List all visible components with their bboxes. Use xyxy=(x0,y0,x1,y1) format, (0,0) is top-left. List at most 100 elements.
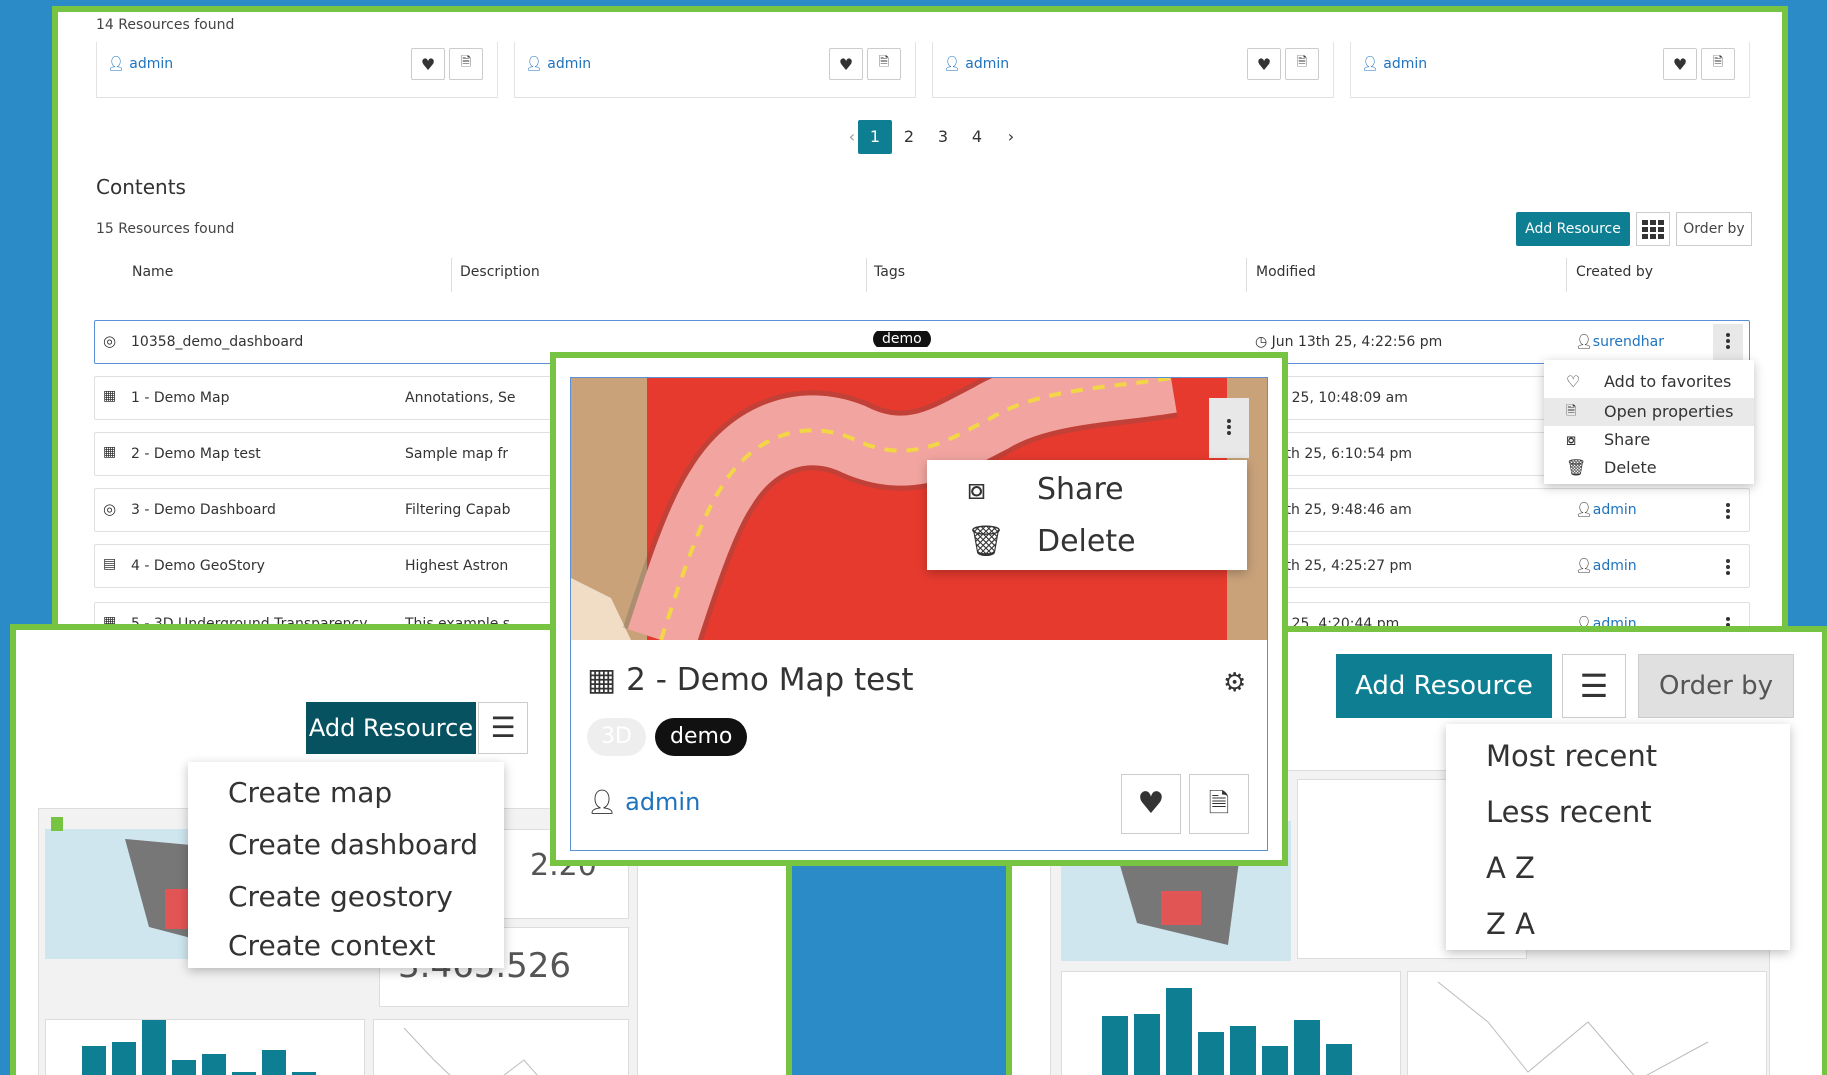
row-name[interactable]: 4 - Demo GeoStory xyxy=(131,558,265,574)
file-info-icon: 🗎︎ xyxy=(1208,789,1230,819)
list-icon: ☰ xyxy=(490,711,516,744)
menu-item-most-recent[interactable]: Most recent xyxy=(1446,730,1790,782)
user-icon: 👤︎ xyxy=(1575,334,1593,350)
menu-item-create-dashboard[interactable]: Create dashboard xyxy=(188,820,504,870)
add-resource-button[interactable]: Add Resource xyxy=(306,702,476,754)
list-view-button[interactable]: ☰ xyxy=(1562,654,1626,718)
list-icon: ☰ xyxy=(1579,667,1609,705)
user-icon: 👤︎ xyxy=(525,56,543,72)
map-highlight xyxy=(1161,891,1201,925)
page-button-1[interactable]: 1 xyxy=(858,120,892,154)
favorite-button[interactable]: ♥ xyxy=(1663,48,1697,80)
share-icon: ⧇ xyxy=(967,472,987,507)
favorite-button[interactable]: ♥ xyxy=(411,48,445,80)
row-context-menu: ♡ Add to favorites 🗎︎ Open properties ⧇ … xyxy=(1544,360,1754,484)
properties-button[interactable]: 🗎︎ xyxy=(1701,48,1735,80)
properties-button[interactable]: 🗎︎ xyxy=(1285,48,1319,80)
favorite-button[interactable]: ♥ xyxy=(829,48,863,80)
next-page-button[interactable]: › xyxy=(994,120,1028,154)
menu-item-share[interactable]: ⧇ Share xyxy=(1544,426,1754,454)
row-name[interactable]: 2 - Demo Map test xyxy=(131,446,261,462)
resource-card[interactable]: 👤︎ admin ♥ 🗎︎ xyxy=(932,42,1334,98)
column-header-tags[interactable]: Tags xyxy=(874,264,905,280)
more-vertical-icon[interactable] xyxy=(1725,503,1731,521)
menu-item-create-context[interactable]: Create context xyxy=(188,924,504,968)
tag-demo[interactable]: demo xyxy=(655,718,748,756)
row-name[interactable]: 3 - Demo Dashboard xyxy=(131,502,276,518)
properties-button[interactable]: 🗎︎ xyxy=(1189,774,1249,834)
column-divider xyxy=(451,258,452,292)
order-by-button[interactable]: Order by xyxy=(1676,212,1752,246)
row-name[interactable]: 10358_demo_dashboard xyxy=(131,334,303,350)
card-user[interactable]: 👤︎ admin xyxy=(1361,56,1427,72)
resource-card[interactable]: 👤︎ admin ♥ 🗎︎ xyxy=(514,42,916,98)
page-button-3[interactable]: 3 xyxy=(926,120,960,154)
favorite-button[interactable]: ♥ xyxy=(1121,774,1181,834)
page-button-4[interactable]: 4 xyxy=(960,120,994,154)
menu-item-delete[interactable]: 🗑︎ Delete xyxy=(927,518,1247,566)
menu-item-create-geostory[interactable]: Create geostory xyxy=(188,872,504,922)
column-header-modified[interactable]: Modified xyxy=(1256,264,1316,280)
trash-icon: 🗑︎ xyxy=(967,524,1006,559)
resource-card[interactable]: 👤︎ admin ♥ 🗎︎ xyxy=(1350,42,1750,98)
bar-chart-preview xyxy=(1061,971,1401,1075)
column-divider xyxy=(866,258,867,292)
bar-series xyxy=(82,1020,316,1075)
order-by-button[interactable]: Order by xyxy=(1638,654,1794,718)
tag-badge[interactable]: demo xyxy=(873,331,931,347)
column-divider xyxy=(1566,258,1567,292)
favorite-button[interactable]: ♥ xyxy=(1247,48,1281,80)
user-icon: 👤︎ xyxy=(943,56,961,72)
menu-item-open-properties[interactable]: 🗎︎ Open properties xyxy=(1544,398,1754,426)
contents-title: Contents xyxy=(96,175,186,199)
menu-item-z-a[interactable]: Z A xyxy=(1446,898,1790,950)
menu-item-a-z[interactable]: A Z xyxy=(1446,842,1790,894)
card-user[interactable]: 👤︎ admin xyxy=(525,56,591,72)
dashboard-icon: ◎ xyxy=(103,332,117,350)
user-icon: 👤︎ xyxy=(1361,56,1379,72)
order-menu: Most recent Less recent A Z Z A xyxy=(1446,724,1790,950)
file-info-icon: 🗎︎ xyxy=(1296,55,1308,70)
row-description: Filtering Capab xyxy=(405,502,511,518)
add-resource-button[interactable]: Add Resource xyxy=(1336,654,1552,718)
card-user[interactable]: 👤︎ admin xyxy=(943,56,1009,72)
menu-item-share[interactable]: ⧇ Share xyxy=(927,466,1247,514)
properties-button[interactable]: 🗎︎ xyxy=(449,48,483,80)
file-info-icon: 🗎︎ xyxy=(1566,404,1577,419)
menu-item-create-map[interactable]: Create map xyxy=(188,768,504,818)
card-context-menu: ⧇ Share 🗑︎ Delete xyxy=(927,460,1247,570)
row-name[interactable]: 1 - Demo Map xyxy=(131,390,229,406)
column-header-description[interactable]: Description xyxy=(460,264,540,280)
properties-button[interactable]: 🗎︎ xyxy=(867,48,901,80)
column-header-created-by[interactable]: Created by xyxy=(1576,264,1653,280)
contents-found-label: 15 Resources found xyxy=(96,221,235,237)
card-user[interactable]: 👤︎ admin xyxy=(587,788,700,816)
card-user[interactable]: 👤︎ admin xyxy=(107,56,173,72)
heart-icon: ♥ xyxy=(838,54,854,74)
add-resource-button[interactable]: Add Resource xyxy=(1516,212,1630,246)
menu-item-delete[interactable]: 🗑︎ Delete xyxy=(1544,454,1754,482)
map-card[interactable]: ⧇ Share 🗑︎ Delete ▦ 2 - Demo Map test ⚙ … xyxy=(570,377,1268,851)
card-menu-button[interactable] xyxy=(1209,398,1249,458)
tag-3d[interactable]: 3D xyxy=(587,718,646,756)
list-view-button[interactable]: ☰ xyxy=(478,702,528,754)
geostory-icon: ▤ xyxy=(103,556,117,572)
row-created-by[interactable]: 👤︎admin xyxy=(1575,558,1637,574)
more-vertical-icon[interactable] xyxy=(1725,559,1731,577)
menu-item-add-favorites[interactable]: ♡ Add to favorites xyxy=(1544,368,1754,396)
row-menu-button[interactable] xyxy=(1713,324,1743,360)
gears-icon[interactable]: ⚙ xyxy=(1223,668,1246,698)
row-created-by[interactable]: 👤︎admin xyxy=(1575,502,1637,518)
map-icon: ▦ xyxy=(103,388,117,404)
row-tag: demo xyxy=(873,331,931,347)
grid-view-button[interactable] xyxy=(1636,212,1670,246)
grid-icon xyxy=(1642,219,1664,239)
column-header-name[interactable]: Name xyxy=(132,264,173,280)
card-title-row[interactable]: ▦ 2 - Demo Map test xyxy=(587,662,914,698)
heart-icon: ♥ xyxy=(420,54,436,74)
menu-item-less-recent[interactable]: Less recent xyxy=(1446,786,1790,838)
row-created-by[interactable]: 👤︎surendhar xyxy=(1575,334,1664,350)
resource-card[interactable]: 👤︎ admin ♥ 🗎︎ xyxy=(96,42,498,98)
heart-icon: ♥ xyxy=(1672,54,1688,74)
page-button-2[interactable]: 2 xyxy=(892,120,926,154)
